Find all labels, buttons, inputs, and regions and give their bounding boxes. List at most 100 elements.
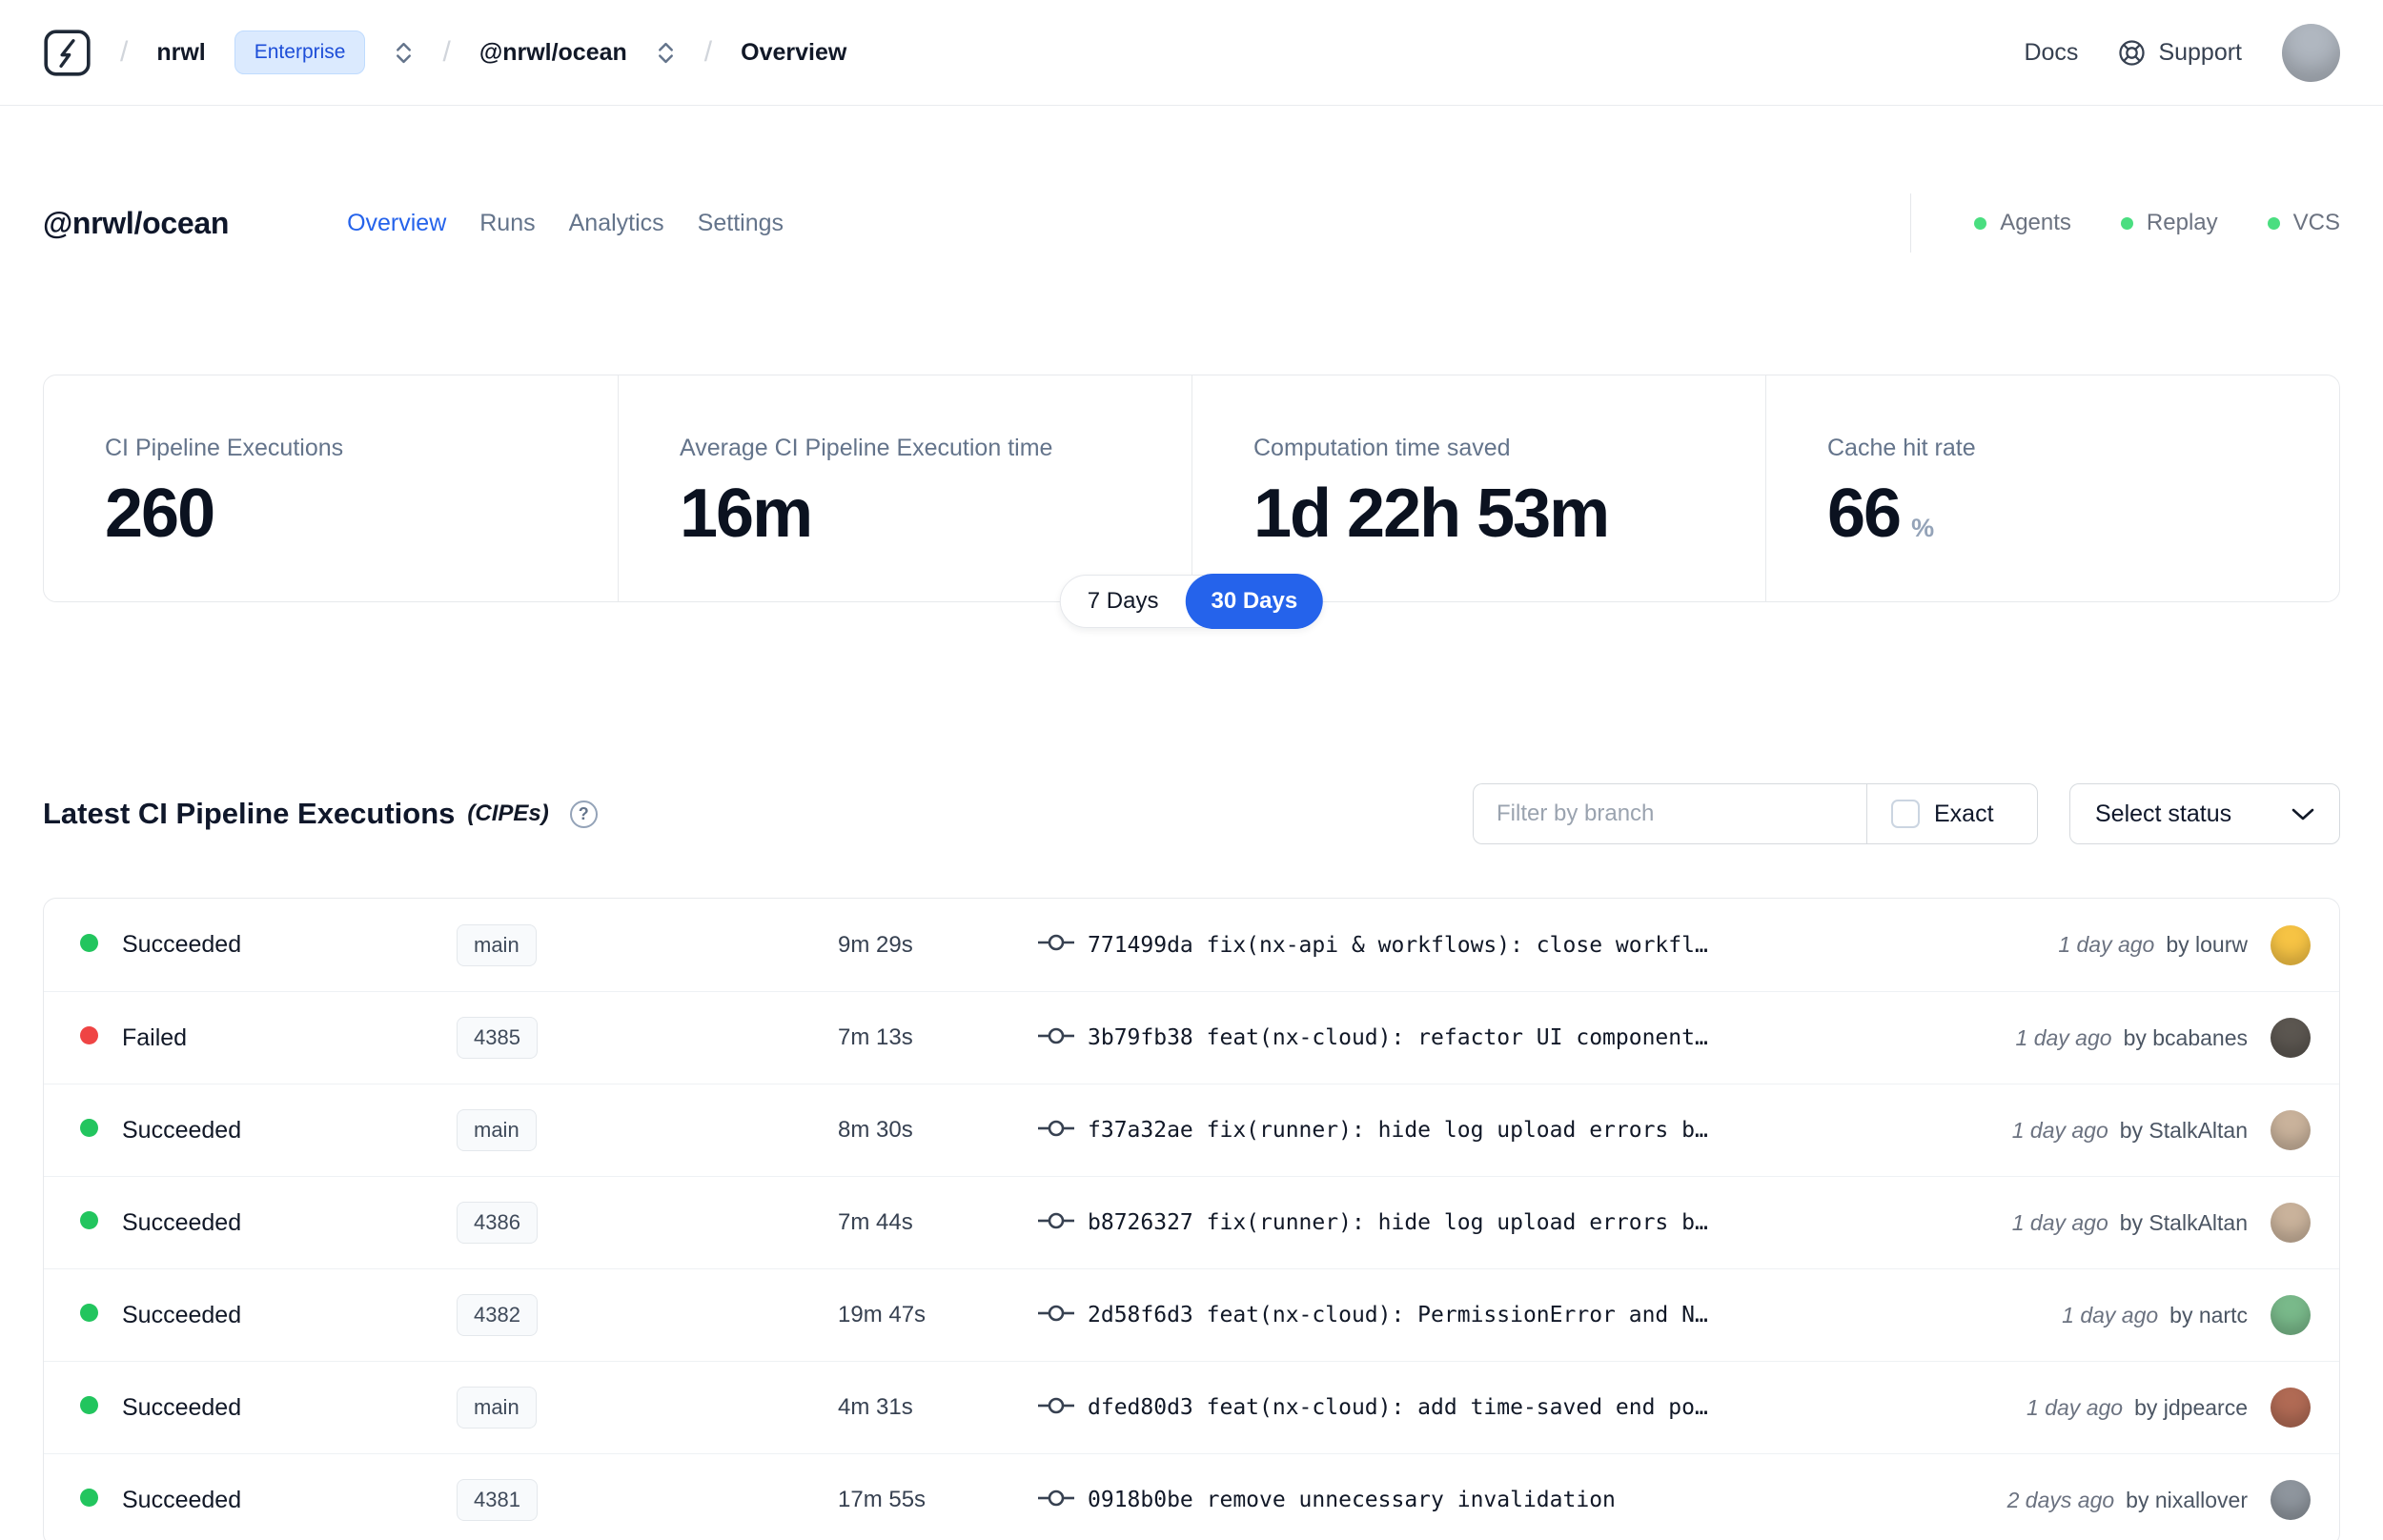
- workspace-header: @nrwl/ocean Overview Runs Analytics Sett…: [43, 193, 2340, 253]
- cipe-branch-badge: main: [457, 923, 537, 966]
- cipe-commit-message: 3b79fb38 feat(nx-cloud): refactor UI com…: [1088, 1025, 1708, 1050]
- cipe-duration: 8m 30s: [838, 1117, 913, 1143]
- status-select-label: Select status: [2095, 800, 2232, 827]
- cipe-author: by bcabanes: [2123, 1024, 2248, 1050]
- git-commit-icon: [1038, 1305, 1074, 1321]
- status-indicators: Agents Replay VCS: [1910, 193, 2340, 253]
- cipe-duration: 4m 31s: [838, 1394, 913, 1420]
- exact-checkbox-label[interactable]: Exact: [1934, 800, 1994, 828]
- cipe-author-avatar: [2271, 924, 2311, 965]
- cipe-timestamp: 1 day ago: [2011, 1117, 2108, 1143]
- cipe-status-label: Succeeded: [122, 1301, 242, 1328]
- status-vcs-label: VCS: [2292, 210, 2340, 235]
- cipe-timestamp: 1 day ago: [2058, 932, 2155, 957]
- cipe-table: Succeeded main 9m 29s 771499da fix(nx-ap…: [43, 898, 2340, 1540]
- stat-title: Average CI Pipeline Execution time: [680, 435, 1053, 461]
- breadcrumb: / nrwl Enterprise / @nrwl/ocean / Overvi…: [43, 29, 846, 77]
- support-label: Support: [2158, 38, 2242, 66]
- cipe-author-avatar: [2271, 1388, 2311, 1428]
- cipe-author: by StalkAltan: [2119, 1209, 2248, 1235]
- cipes-section-header: Latest CI Pipeline Executions (CIPEs) ? …: [43, 783, 2340, 844]
- cipe-author-avatar: [2271, 1110, 2311, 1150]
- cipe-commit-message: dfed80d3 feat(nx-cloud): add time-saved …: [1088, 1395, 1708, 1420]
- cipes-title: Latest CI Pipeline Executions: [43, 797, 456, 830]
- git-commit-icon: [1038, 1120, 1074, 1136]
- tab-runs[interactable]: Runs: [479, 210, 535, 237]
- cipe-commit-message: b8726327 fix(runner): hide log upload er…: [1088, 1210, 1708, 1235]
- branch-filter-input[interactable]: [1473, 783, 1866, 844]
- stat-card-cache-hit-rate: Cache hit rate 66 %: [1765, 375, 2339, 601]
- breadcrumb-workspace[interactable]: @nrwl/ocean: [479, 39, 627, 67]
- exact-checkbox[interactable]: [1891, 800, 1920, 828]
- cipe-row[interactable]: Succeeded main 8m 30s f37a32ae fix(runne…: [44, 1084, 2339, 1176]
- support-link[interactable]: Support: [2118, 39, 2242, 67]
- stat-title: Cache hit rate: [1827, 435, 1976, 461]
- cipe-author: by StalkAltan: [2119, 1117, 2248, 1143]
- user-avatar[interactable]: [2282, 23, 2340, 82]
- cipe-branch-badge: 4386: [457, 1202, 538, 1244]
- git-commit-icon: [1038, 1397, 1074, 1413]
- cipe-status-label: Succeeded: [122, 1208, 242, 1236]
- breadcrumb-separator: /: [703, 36, 713, 68]
- breadcrumb-page: Overview: [741, 38, 847, 66]
- range-7-days-button[interactable]: 7 Days: [1061, 576, 1186, 627]
- tab-analytics[interactable]: Analytics: [569, 210, 664, 237]
- cipe-row[interactable]: Succeeded 4382 19m 47s 2d58f6d3 feat(nx-…: [44, 1268, 2339, 1361]
- green-dot-icon: [2267, 216, 2280, 230]
- breadcrumb-org[interactable]: nrwl: [156, 39, 205, 67]
- vertical-divider: [1910, 193, 1912, 253]
- git-commit-icon: [1038, 1212, 1074, 1228]
- cipe-branch-badge: main: [457, 1387, 537, 1429]
- cipe-author-avatar: [2271, 1295, 2311, 1335]
- workspace-switcher-chevron-icon[interactable]: [656, 39, 676, 67]
- cipe-author: by jdpearce: [2134, 1394, 2248, 1420]
- cipe-row[interactable]: Succeeded 4386 7m 44s b8726327 fix(runne…: [44, 1176, 2339, 1268]
- cipe-timestamp: 1 day ago: [2011, 1209, 2108, 1235]
- nx-cloud-logo-icon[interactable]: [43, 29, 92, 77]
- status-vcs[interactable]: VCS: [2267, 210, 2340, 236]
- help-icon[interactable]: ?: [569, 800, 598, 828]
- cipe-status-label: Succeeded: [122, 1116, 242, 1144]
- git-commit-icon: [1038, 1489, 1074, 1506]
- cipe-commit-message: 771499da fix(nx-api & workflows): close …: [1088, 932, 1708, 958]
- cipe-commit-message: 2d58f6d3 feat(nx-cloud): PermissionError…: [1088, 1303, 1708, 1327]
- cipe-status-dot-icon: [80, 1026, 98, 1044]
- stat-title: Computation time saved: [1253, 435, 1511, 461]
- cipe-status-dot-icon: [80, 1489, 98, 1507]
- cipe-row[interactable]: Succeeded main 9m 29s 771499da fix(nx-ap…: [44, 899, 2339, 991]
- stat-value: 66: [1827, 476, 1902, 552]
- cipe-author-avatar: [2271, 1203, 2311, 1243]
- stat-card-ci-pipeline-executions: CI Pipeline Executions 260: [44, 375, 618, 601]
- cipe-timestamp: 2 days ago: [2006, 1487, 2115, 1512]
- cipe-status-dot-icon: [80, 1304, 98, 1322]
- page-title: @nrwl/ocean: [43, 205, 230, 240]
- cipe-status-label: Succeeded: [122, 1393, 242, 1421]
- breadcrumb-separator: /: [442, 36, 451, 68]
- cipe-commit-message: f37a32ae fix(runner): hide log upload er…: [1088, 1118, 1708, 1143]
- date-range-toggle: 7 Days 30 Days: [1059, 574, 1324, 629]
- cipe-timestamp: 1 day ago: [2027, 1394, 2124, 1420]
- cipe-status-label: Succeeded: [122, 931, 242, 958]
- cipe-branch-badge: 4382: [457, 1294, 538, 1336]
- stat-value: 260: [105, 476, 215, 552]
- status-agents[interactable]: Agents: [1974, 210, 2071, 236]
- cipe-row[interactable]: Failed 4385 7m 13s 3b79fb38 feat(nx-clou…: [44, 991, 2339, 1084]
- docs-link[interactable]: Docs: [2024, 39, 2078, 67]
- range-30-days-button[interactable]: 30 Days: [1185, 574, 1324, 629]
- green-dot-icon: [1974, 216, 1987, 230]
- cipe-duration: 7m 44s: [838, 1209, 913, 1235]
- git-commit-icon: [1038, 934, 1074, 951]
- status-select-dropdown[interactable]: Select status: [2069, 783, 2340, 844]
- cipe-author-avatar: [2271, 1018, 2311, 1058]
- cipe-duration: 17m 55s: [838, 1487, 927, 1512]
- org-switcher-chevron-icon[interactable]: [394, 39, 414, 67]
- status-agents-label: Agents: [2000, 210, 2071, 235]
- cipe-status-dot-icon: [80, 1119, 98, 1137]
- cipe-row[interactable]: Succeeded 4381 17m 55s 0918b0be remove u…: [44, 1453, 2339, 1540]
- cipe-duration: 9m 29s: [838, 931, 913, 958]
- status-replay[interactable]: Replay: [2120, 210, 2218, 236]
- enterprise-badge: Enterprise: [234, 30, 366, 74]
- tab-settings[interactable]: Settings: [698, 210, 784, 237]
- tab-overview[interactable]: Overview: [347, 210, 446, 237]
- cipe-row[interactable]: Succeeded main 4m 31s dfed80d3 feat(nx-c…: [44, 1361, 2339, 1453]
